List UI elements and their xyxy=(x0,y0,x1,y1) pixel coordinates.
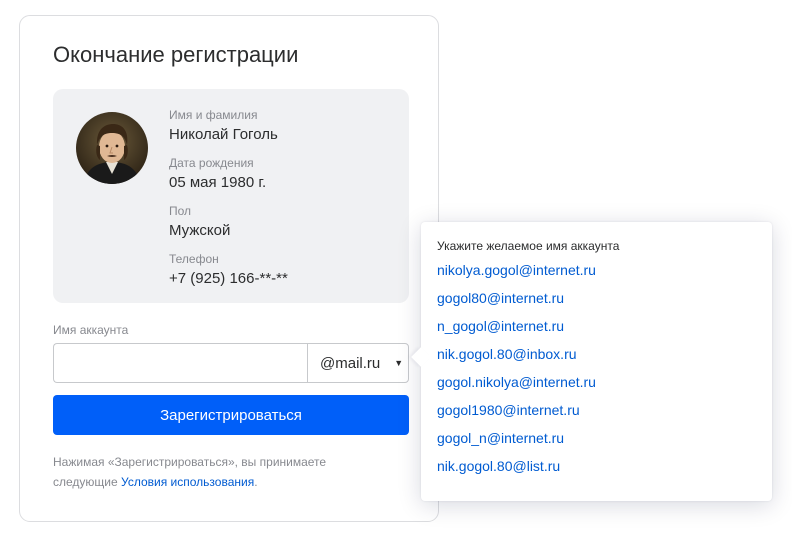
suggestion-item[interactable]: gogol1980@internet.ru xyxy=(437,396,756,424)
suggestion-item[interactable]: gogol.nikolya@internet.ru xyxy=(437,368,756,396)
suggestion-item[interactable]: nik.gogol.80@list.ru xyxy=(437,452,756,480)
phone-label: Телефон xyxy=(169,252,219,266)
domain-select[interactable]: @mail.ru ▼ xyxy=(307,343,409,383)
profile-fields: Имя и фамилия Николай Гоголь Дата рожден… xyxy=(169,108,288,300)
suggestions-list: Укажите желаемое имя аккаунта nikolya.go… xyxy=(437,238,756,480)
portrait-avatar-icon xyxy=(76,112,148,184)
domain-selected-value: @mail.ru xyxy=(320,354,381,372)
name-label: Имя и фамилия xyxy=(169,108,258,122)
account-name-input[interactable] xyxy=(53,343,307,383)
suggestion-item[interactable]: gogol_n@internet.ru xyxy=(437,424,756,452)
phone-value: +7 (925) 166-**-** xyxy=(169,270,288,287)
terms-link[interactable]: Условия использования xyxy=(121,475,254,489)
suggestion-item[interactable]: nik.gogol.80@inbox.ru xyxy=(437,340,756,368)
registration-card: Окончание регистрации Имя и фамилия Нико… xyxy=(19,15,439,522)
account-suggestions-popup: Укажите желаемое имя аккаунта nikolya.go… xyxy=(411,222,772,501)
gender-label: Пол xyxy=(169,204,192,218)
suggestions-title: Укажите желаемое имя аккаунта xyxy=(437,239,620,253)
chevron-down-icon: ▼ xyxy=(394,358,404,368)
suggestion-item[interactable]: nikolya.gogol@internet.ru xyxy=(437,256,756,284)
terms-suffix: . xyxy=(254,475,258,489)
name-value: Николай Гоголь xyxy=(169,126,278,143)
gender-value: Мужской xyxy=(169,222,231,239)
profile-panel: Имя и фамилия Николай Гоголь Дата рожден… xyxy=(53,89,409,303)
avatar xyxy=(76,112,148,184)
page-title: Окончание регистрации xyxy=(53,42,299,67)
suggestion-item[interactable]: n_gogol@internet.ru xyxy=(437,312,756,340)
terms-text: Нажимая «Зарегистрироваться», вы принима… xyxy=(53,452,383,492)
birthdate-label: Дата рождения xyxy=(169,156,254,170)
register-button[interactable]: Зарегистрироваться xyxy=(53,395,409,435)
birthdate-value: 05 мая 1980 г. xyxy=(169,174,267,191)
suggestion-item[interactable]: gogol80@internet.ru xyxy=(437,284,756,312)
account-name-row: @mail.ru ▼ xyxy=(53,343,409,383)
account-name-label: Имя аккаунта xyxy=(53,323,129,337)
